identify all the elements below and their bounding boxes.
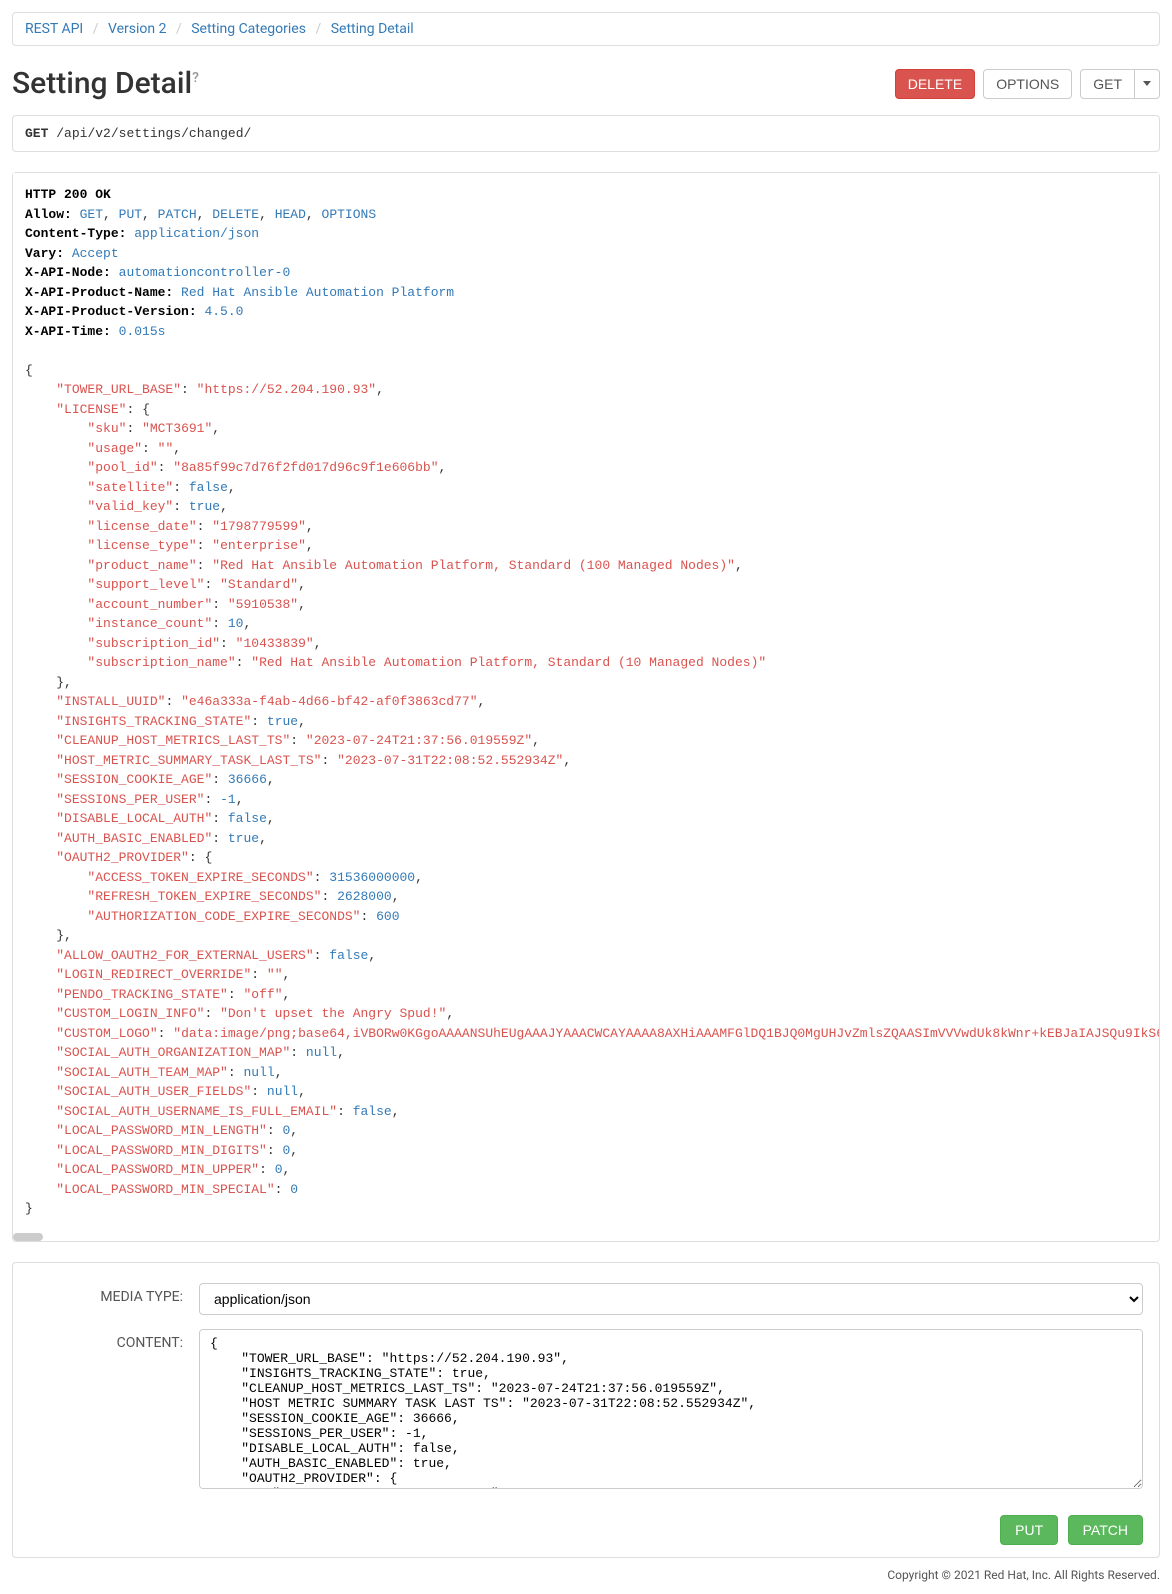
- page-title: Setting Detail?: [12, 66, 199, 101]
- request-path: /api/v2/settings/changed/: [56, 126, 251, 141]
- media-type-row: MEDIA TYPE: application/json: [29, 1283, 1143, 1315]
- response-json: { "TOWER_URL_BASE": "https://52.204.190.…: [25, 341, 1159, 1219]
- breadcrumb-sep: /: [87, 21, 105, 37]
- breadcrumb-link-1[interactable]: Version 2: [108, 21, 166, 37]
- content-textarea[interactable]: [199, 1329, 1143, 1489]
- content-label: CONTENT:: [29, 1329, 199, 1351]
- media-type-select[interactable]: application/json: [199, 1283, 1143, 1315]
- page-header: Setting Detail? DELETE OPTIONS GET: [12, 66, 1160, 101]
- help-icon[interactable]: ?: [192, 70, 199, 86]
- media-type-label: MEDIA TYPE:: [29, 1283, 199, 1305]
- breadcrumb-sep: /: [309, 21, 327, 37]
- chevron-down-icon: [1143, 81, 1151, 86]
- request-line-panel: GET /api/v2/settings/changed/: [12, 115, 1160, 152]
- get-dropdown-toggle[interactable]: [1135, 69, 1160, 99]
- content-row: CONTENT:: [29, 1329, 1143, 1493]
- breadcrumb-panel: REST API / Version 2 / Setting Categorie…: [12, 12, 1160, 46]
- scrollbar-thumb[interactable]: [13, 1233, 43, 1241]
- action-buttons: DELETE OPTIONS GET: [895, 69, 1160, 99]
- request-method: GET: [25, 126, 48, 141]
- response-panel: HTTP 200 OK Allow: GET, PUT, PATCH, DELE…: [12, 172, 1160, 1242]
- put-button[interactable]: PUT: [1000, 1515, 1058, 1545]
- response-body: HTTP 200 OK Allow: GET, PUT, PATCH, DELE…: [13, 173, 1159, 1231]
- request-line: GET /api/v2/settings/changed/: [13, 116, 1159, 151]
- delete-button[interactable]: DELETE: [895, 69, 975, 99]
- footer-text: Copyright © 2021 Red Hat, Inc. All Right…: [12, 1568, 1160, 1582]
- get-button[interactable]: GET: [1080, 69, 1135, 99]
- page-title-text: Setting Detail: [12, 66, 192, 101]
- breadcrumb-link-2[interactable]: Setting Categories: [191, 21, 306, 37]
- breadcrumb-link-3[interactable]: Setting Detail: [331, 21, 414, 37]
- response-headers: HTTP 200 OK Allow: GET, PUT, PATCH, DELE…: [25, 185, 1159, 341]
- breadcrumb-sep: /: [170, 21, 188, 37]
- get-button-group: GET: [1080, 69, 1160, 99]
- breadcrumb-link-0[interactable]: REST API: [25, 21, 83, 37]
- options-button[interactable]: OPTIONS: [983, 69, 1072, 99]
- breadcrumb: REST API / Version 2 / Setting Categorie…: [13, 13, 1159, 45]
- patch-button[interactable]: PATCH: [1068, 1515, 1143, 1545]
- form-panel: MEDIA TYPE: application/json CONTENT: PU…: [12, 1262, 1160, 1558]
- form-actions: PUT PATCH: [29, 1507, 1143, 1545]
